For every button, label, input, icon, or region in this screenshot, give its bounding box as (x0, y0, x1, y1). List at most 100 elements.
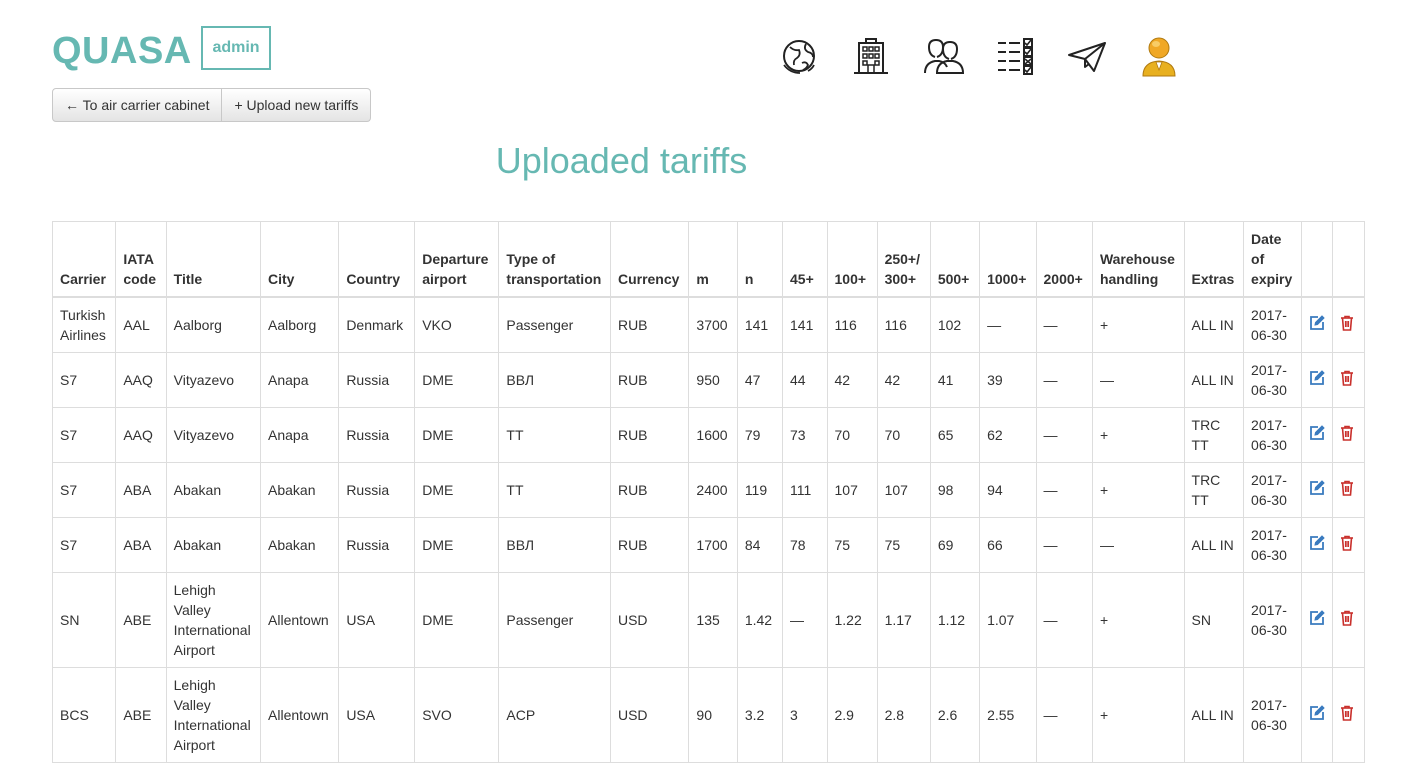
table-cell: 2017-06-30 (1243, 407, 1302, 463)
table-cell: SVO (414, 667, 500, 763)
table-cell: DME (414, 407, 500, 463)
table-cell: 62 (979, 407, 1037, 463)
table-cell: 2017-06-30 (1243, 296, 1302, 353)
table-cell: — (979, 296, 1037, 353)
table-cell: AAQ (115, 407, 167, 463)
table-cell: Turkish Airlines (51, 296, 117, 353)
table-cell: Allentown (260, 572, 340, 668)
edit-icon (1309, 314, 1325, 334)
edit-row-button[interactable] (1300, 352, 1334, 408)
table-cell: TRC TT (1183, 407, 1245, 463)
table-cell: USD (609, 667, 690, 763)
table-cell: — (1035, 517, 1093, 573)
table-row: S7 AAQ Vityazevo Anapa Russia DME TT RUB 1600 79 7… (51, 407, 1365, 463)
table-cell: AAL (115, 296, 167, 353)
table-cell: RUB (609, 517, 690, 573)
delete-column-header (1332, 221, 1365, 298)
table-cell: TT (498, 462, 611, 518)
table-cell: Denmark (338, 296, 416, 353)
table-cell: + (1091, 667, 1185, 763)
table-cell: Allentown (260, 667, 340, 763)
edit-row-button[interactable] (1300, 517, 1334, 573)
upload-tariffs-button[interactable]: + Upload new tariffs (222, 88, 372, 122)
table-cell: Anapa (260, 407, 340, 463)
paper-plane-icon[interactable] (1063, 32, 1111, 80)
users-icon[interactable] (919, 32, 967, 80)
logo[interactable]: QUASA (52, 30, 192, 73)
table-cell: 44 (782, 352, 828, 408)
table-cell: 73 (782, 407, 828, 463)
table-cell: Abakan (260, 462, 340, 518)
table-cell: ALL IN (1183, 296, 1245, 353)
table-cell: 90 (688, 667, 738, 763)
edit-row-button[interactable] (1300, 572, 1334, 668)
table-row: S7 ABA Abakan Abakan Russia DME TT RUB 2400 119 11… (51, 462, 1365, 518)
table-cell: BCS (51, 667, 117, 763)
table-cell: 1.07 (979, 572, 1037, 668)
edit-row-button[interactable] (1300, 407, 1334, 463)
table-cell: Russia (338, 517, 416, 573)
table-row: S7 ABA Abakan Abakan Russia DME ВВЛ RUB 1700 84 78… (51, 517, 1365, 573)
table-cell: 79 (736, 407, 784, 463)
table-cell: Anapa (260, 352, 340, 408)
edit-icon (1309, 534, 1325, 554)
table-cell: DME (414, 462, 500, 518)
user-avatar-icon[interactable] (1135, 32, 1183, 80)
delete-row-button[interactable] (1332, 407, 1365, 463)
table-cell: — (1091, 517, 1185, 573)
table-cell: 1.12 (929, 572, 981, 668)
table-cell: — (1035, 462, 1093, 518)
table-cell: Russia (338, 352, 416, 408)
column-header: m (688, 221, 738, 298)
table-cell: Abakan (165, 517, 262, 573)
back-to-cabinet-button[interactable]: ← To air carrier cabinet (52, 88, 223, 122)
edit-row-button[interactable] (1300, 667, 1334, 763)
table-row: BCS ABE Lehigh Valley International Airpor… (51, 667, 1365, 763)
checklist-icon[interactable] (991, 32, 1039, 80)
table-header-row: Carrier IATA code Title City Country Dep… (51, 221, 1365, 298)
table-cell: 94 (979, 462, 1037, 518)
table-cell: 2017-06-30 (1243, 462, 1302, 518)
edit-row-button[interactable] (1300, 296, 1334, 353)
table-cell: 3700 (688, 296, 738, 353)
table-cell: Aalborg (165, 296, 262, 353)
table-cell: DME (414, 517, 500, 573)
column-header: IATA code (115, 221, 167, 298)
delete-row-button[interactable] (1332, 517, 1365, 573)
table-cell: — (1035, 572, 1093, 668)
table-cell: + (1091, 407, 1185, 463)
delete-row-button[interactable] (1332, 667, 1365, 763)
table-cell: 84 (736, 517, 784, 573)
delete-row-button[interactable] (1332, 296, 1365, 353)
table-cell: — (1035, 667, 1093, 763)
table-cell: ACP (498, 667, 611, 763)
column-header: Carrier (51, 221, 117, 298)
column-header: Warehouse handling (1091, 221, 1185, 298)
column-header: Type of transportation (498, 221, 611, 298)
edit-icon (1309, 424, 1325, 444)
table-cell: TT (498, 407, 611, 463)
table-cell: 70 (876, 407, 931, 463)
delete-row-button[interactable] (1332, 572, 1365, 668)
table-cell: — (1035, 407, 1093, 463)
table-cell: 47 (736, 352, 784, 408)
table-cell: 107 (876, 462, 931, 518)
edit-row-button[interactable] (1300, 462, 1334, 518)
delete-row-button[interactable] (1332, 462, 1365, 518)
table-cell: 1.17 (876, 572, 931, 668)
table-cell: 69 (929, 517, 981, 573)
column-header: Currency (609, 221, 690, 298)
trash-icon (1340, 705, 1354, 724)
icon-nav (775, 32, 1183, 80)
column-header: Departure airport (414, 221, 500, 298)
table-cell: 2.6 (929, 667, 981, 763)
globe-icon[interactable] (775, 32, 823, 80)
column-header: 1000+ (979, 221, 1037, 298)
table-cell: RUB (609, 462, 690, 518)
table-cell: 75 (876, 517, 931, 573)
table-cell: 70 (826, 407, 878, 463)
building-icon[interactable] (847, 32, 895, 80)
delete-row-button[interactable] (1332, 352, 1365, 408)
table-cell: — (782, 572, 828, 668)
column-header: Extras (1183, 221, 1245, 298)
